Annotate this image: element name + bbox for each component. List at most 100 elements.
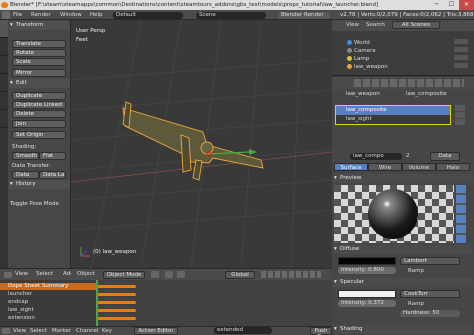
- pivot-icon[interactable]: [165, 271, 173, 278]
- specular-intensity-slider[interactable]: Intensity: 0.372: [338, 300, 396, 307]
- viewport-shading-icon[interactable]: [151, 271, 159, 278]
- menu-object[interactable]: Object: [77, 271, 95, 277]
- editor-type-icon[interactable]: [2, 11, 10, 19]
- outliner-menu-search[interactable]: Search: [366, 22, 385, 28]
- ds-menu-marker[interactable]: Marker: [52, 328, 71, 334]
- tab-halo[interactable]: Halo: [436, 163, 470, 171]
- maximize-button[interactable]: ☐: [444, 0, 459, 10]
- minimize-button[interactable]: ─: [429, 0, 444, 10]
- keyframe-law-sight[interactable]: [96, 309, 136, 312]
- menu-help[interactable]: Help: [90, 10, 103, 20]
- translate-button[interactable]: Translate: [12, 40, 66, 48]
- dope-sheet-timeline[interactable]: [96, 280, 332, 326]
- menu-file[interactable]: File: [13, 10, 22, 20]
- manipulator-icon[interactable]: [177, 271, 185, 278]
- material-link-select[interactable]: Data: [430, 152, 460, 161]
- outliner-row-world[interactable]: World: [347, 39, 370, 47]
- ds-menu-select[interactable]: Select: [30, 328, 47, 334]
- action-name-field[interactable]: extended: [214, 327, 272, 334]
- transform-panel-header[interactable]: Transform: [9, 21, 70, 30]
- delete-button[interactable]: Delete: [12, 110, 66, 118]
- duplicate-button[interactable]: Duplicate: [12, 92, 66, 100]
- properties-context-icons[interactable]: [354, 79, 464, 87]
- tab-physics[interactable]: [0, 92, 8, 110]
- tab-relations[interactable]: [0, 56, 8, 74]
- tab-grease-pencil[interactable]: [0, 110, 8, 128]
- ds-menu-key[interactable]: Key: [102, 328, 112, 334]
- material-slot-sight[interactable]: law_sight: [336, 115, 450, 124]
- editor-mode-select[interactable]: Action Editor: [134, 327, 178, 335]
- channel-law-sight[interactable]: law_sight: [0, 307, 96, 314]
- push-down-button[interactable]: Push Do: [310, 327, 332, 335]
- menu-view[interactable]: View: [15, 271, 28, 277]
- visibility-toggles[interactable]: [454, 39, 468, 69]
- editor-type-icon[interactable]: [4, 272, 12, 278]
- preview-type-buttons[interactable]: [456, 185, 466, 243]
- outliner-display-select[interactable]: All Scenes: [392, 21, 440, 29]
- keyframe-endcap[interactable]: [96, 301, 136, 304]
- outliner-row-law-weapon[interactable]: law_weapon: [347, 63, 388, 71]
- material-slot-composite[interactable]: law_composite: [336, 106, 450, 115]
- transform-orientation-select[interactable]: Global: [225, 271, 255, 279]
- screen-layout-field[interactable]: Default: [113, 11, 183, 19]
- join-button[interactable]: Join: [12, 120, 66, 128]
- data-transfer-button[interactable]: Data: [12, 171, 39, 179]
- edit-panel-header[interactable]: Edit: [9, 79, 70, 88]
- shade-flat-button[interactable]: Flat: [39, 152, 66, 160]
- diffuse-color-swatch[interactable]: [338, 257, 396, 265]
- tab-tools[interactable]: [0, 20, 8, 38]
- scale-button[interactable]: Scale: [12, 58, 66, 66]
- dope-sheet-summary-row[interactable]: Dope Sheet Summary: [0, 283, 96, 290]
- diffuse-shader-select[interactable]: Lambert: [400, 257, 460, 265]
- scene-field[interactable]: Scene: [196, 11, 266, 19]
- diffuse-panel-header[interactable]: Diffuse: [333, 245, 473, 254]
- specular-panel-header[interactable]: Specular: [333, 278, 473, 287]
- specular-hardness-field[interactable]: Hardness: 50: [400, 310, 460, 317]
- ds-menu-view[interactable]: View: [13, 328, 26, 334]
- material-slot-add-remove-buttons[interactable]: [455, 105, 465, 125]
- shading-label: Shading:: [12, 144, 37, 150]
- current-frame-marker[interactable]: [96, 280, 98, 326]
- close-button[interactable]: ✕: [459, 0, 474, 10]
- tab-wire[interactable]: Wire: [368, 163, 402, 171]
- set-origin-button[interactable]: Set Origin: [12, 131, 66, 139]
- keyframe-launcher[interactable]: [96, 293, 136, 296]
- layer-buttons[interactable]: [261, 271, 321, 278]
- duplicate-linked-button[interactable]: Duplicate Linked: [12, 101, 66, 109]
- tab-animation[interactable]: [0, 74, 8, 92]
- material-name-field[interactable]: law_compo: [350, 153, 402, 160]
- data-layers-button[interactable]: Data La: [39, 171, 66, 179]
- preview-panel-header[interactable]: Preview: [333, 174, 473, 183]
- outliner-row-camera[interactable]: Camera: [347, 47, 376, 55]
- outliner-header: View Search All Scenes: [332, 20, 474, 31]
- specular-shader-select[interactable]: CookTorr: [400, 290, 460, 298]
- tab-create[interactable]: [0, 38, 8, 56]
- outliner-row-lamp[interactable]: Lamp: [347, 55, 369, 63]
- diffuse-intensity-slider[interactable]: Intensity: 0.800: [338, 267, 396, 274]
- tab-volume[interactable]: Volume: [402, 163, 436, 171]
- keyframe-summary[interactable]: [96, 285, 136, 288]
- channel-extension[interactable]: extension: [0, 315, 96, 322]
- rotate-button[interactable]: Rotate: [12, 49, 66, 57]
- shading-panel-header[interactable]: Shading: [333, 325, 473, 334]
- channel-endcap[interactable]: endcap: [0, 299, 96, 306]
- shade-smooth-button[interactable]: Smooth: [12, 152, 39, 160]
- menu-render[interactable]: Render: [31, 10, 51, 20]
- ds-menu-channel[interactable]: Channel: [76, 328, 99, 334]
- keyframe-extension[interactable]: [96, 317, 136, 320]
- outliner-menu-view[interactable]: View: [346, 22, 359, 28]
- mode-select[interactable]: Object Mode: [103, 271, 145, 279]
- menu-window[interactable]: Window: [60, 10, 82, 20]
- render-engine-select[interactable]: Blender Render: [278, 11, 330, 19]
- editor-type-icon[interactable]: [2, 328, 10, 334]
- channel-launcher[interactable]: launcher: [0, 291, 96, 298]
- specular-ramp-checkbox[interactable]: Ramp: [408, 301, 424, 307]
- data-transfer-label: Data Transfer:: [12, 163, 51, 169]
- 3d-viewport[interactable]: User Persp Feet (0) law_weapon: [71, 20, 332, 268]
- specular-color-swatch[interactable]: [338, 290, 396, 298]
- menu-select[interactable]: Select: [36, 271, 53, 277]
- mirror-button[interactable]: Mirror: [12, 69, 66, 77]
- diffuse-ramp-checkbox[interactable]: Ramp: [408, 268, 424, 274]
- history-panel-header[interactable]: History: [9, 180, 70, 189]
- tab-surface[interactable]: Surface: [334, 163, 368, 171]
